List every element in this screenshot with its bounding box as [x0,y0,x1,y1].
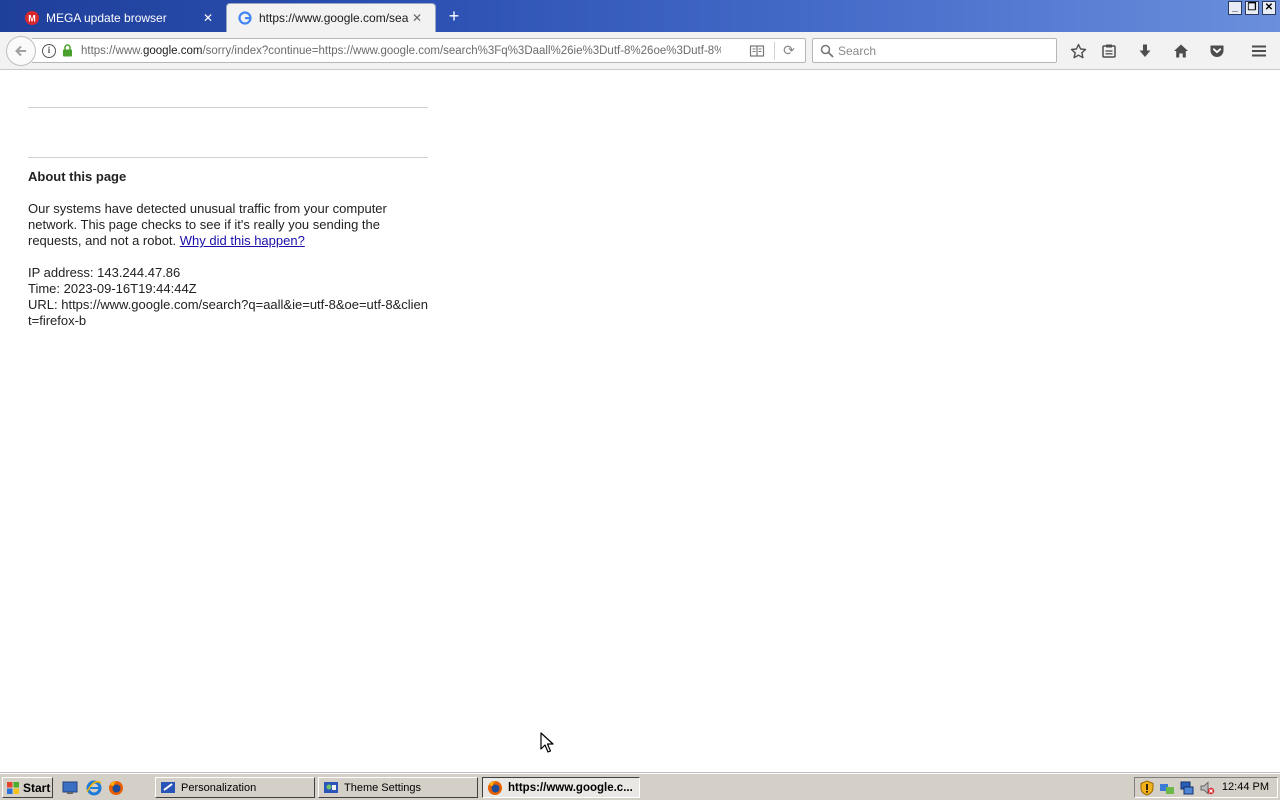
system-tray: 12:44 PM [1134,777,1278,798]
url-text[interactable]: https://www.google.com/sorry/index?conti… [81,45,721,57]
unusual-traffic-message: Our systems have detected unusual traffi… [28,201,428,249]
site-info-icon[interactable]: i [42,43,56,58]
personalization-icon [161,781,175,793]
security-alert-icon[interactable] [1139,779,1155,796]
request-time: Time: 2023-09-16T19:44:44Z [28,281,197,296]
pocket-icon[interactable] [1208,42,1226,60]
volume-muted-icon[interactable] [1199,780,1215,796]
search-bar[interactable] [812,38,1057,63]
close-window-button[interactable]: ✕ [1262,1,1276,15]
show-desktop-icon[interactable] [62,780,78,796]
windows-logo-icon [7,781,19,794]
bookmark-star-icon[interactable] [1069,42,1087,60]
menu-icon[interactable] [1250,42,1268,60]
network-icon[interactable] [1179,780,1195,796]
svg-text:M: M [28,13,36,23]
tab-title: MEGA update browser [46,10,167,25]
taskbar-button-firefox[interactable]: https://www.google.c... [482,777,640,798]
network-connections-icon[interactable] [1159,780,1175,796]
start-label: Start [23,780,51,795]
page-content: About this page Our systems have detecte… [28,70,428,329]
taskbar-button-theme-settings[interactable]: Theme Settings [318,777,478,798]
tab-title: https://www.google.com/sea... [259,11,409,25]
restore-button[interactable]: ❐ [1245,1,1259,15]
google-icon [237,10,253,26]
tab-mega-update[interactable]: M MEGA update browser ✕ [14,3,226,32]
new-tab-button[interactable]: + [444,6,464,26]
firefox-icon[interactable] [108,780,124,796]
lock-icon[interactable] [61,44,73,58]
download-icon[interactable] [1136,42,1154,60]
internet-explorer-icon[interactable] [86,780,102,796]
close-tab-icon[interactable]: ✕ [409,10,425,26]
reader-view-icon[interactable] [749,43,765,59]
mega-icon: M [24,10,40,26]
clock: 12:44 PM [1221,781,1269,793]
search-input[interactable] [838,43,1038,58]
taskbar-button-label: https://www.google.c... [508,781,633,794]
taskbar-button-label: Personalization [181,781,257,794]
search-icon [820,44,834,58]
tab-google[interactable]: https://www.google.com/sea... ✕ [226,3,436,32]
firefox-icon [488,780,502,795]
navigation-toolbar: i https://www.google.com/sorry/index?con… [0,32,1280,70]
divider [28,157,428,158]
request-url: URL: https://www.google.com/search?q=aal… [28,297,428,328]
reading-list-icon[interactable] [1100,42,1118,60]
taskbar-button-label: Theme Settings [344,781,422,794]
page-heading: About this page [28,169,127,184]
theme-settings-icon [324,781,338,793]
mouse-cursor-icon [540,732,554,753]
close-tab-icon[interactable]: ✕ [200,10,216,26]
tab-strip: M MEGA update browser ✕ https://www.goog… [0,0,1280,32]
url-bar[interactable]: i https://www.google.com/sorry/index?con… [32,38,806,63]
home-icon[interactable] [1172,42,1190,60]
taskbar: Start Personalization Theme Settings htt… [0,773,1280,800]
minimize-button[interactable]: _ [1228,1,1242,15]
why-did-this-happen-link[interactable]: Why did this happen? [180,233,305,248]
url-bar-divider [774,42,775,60]
ip-address: IP address: 143.244.47.86 [28,265,181,280]
start-button[interactable]: Start [2,777,53,798]
reload-icon[interactable]: ⟳ [781,42,797,60]
back-button[interactable] [6,36,36,66]
back-arrow-icon [15,45,26,57]
request-details: IP address: 143.244.47.86 Time: 2023-09-… [28,265,428,329]
taskbar-button-personalization[interactable]: Personalization [155,777,315,798]
divider [28,107,428,108]
